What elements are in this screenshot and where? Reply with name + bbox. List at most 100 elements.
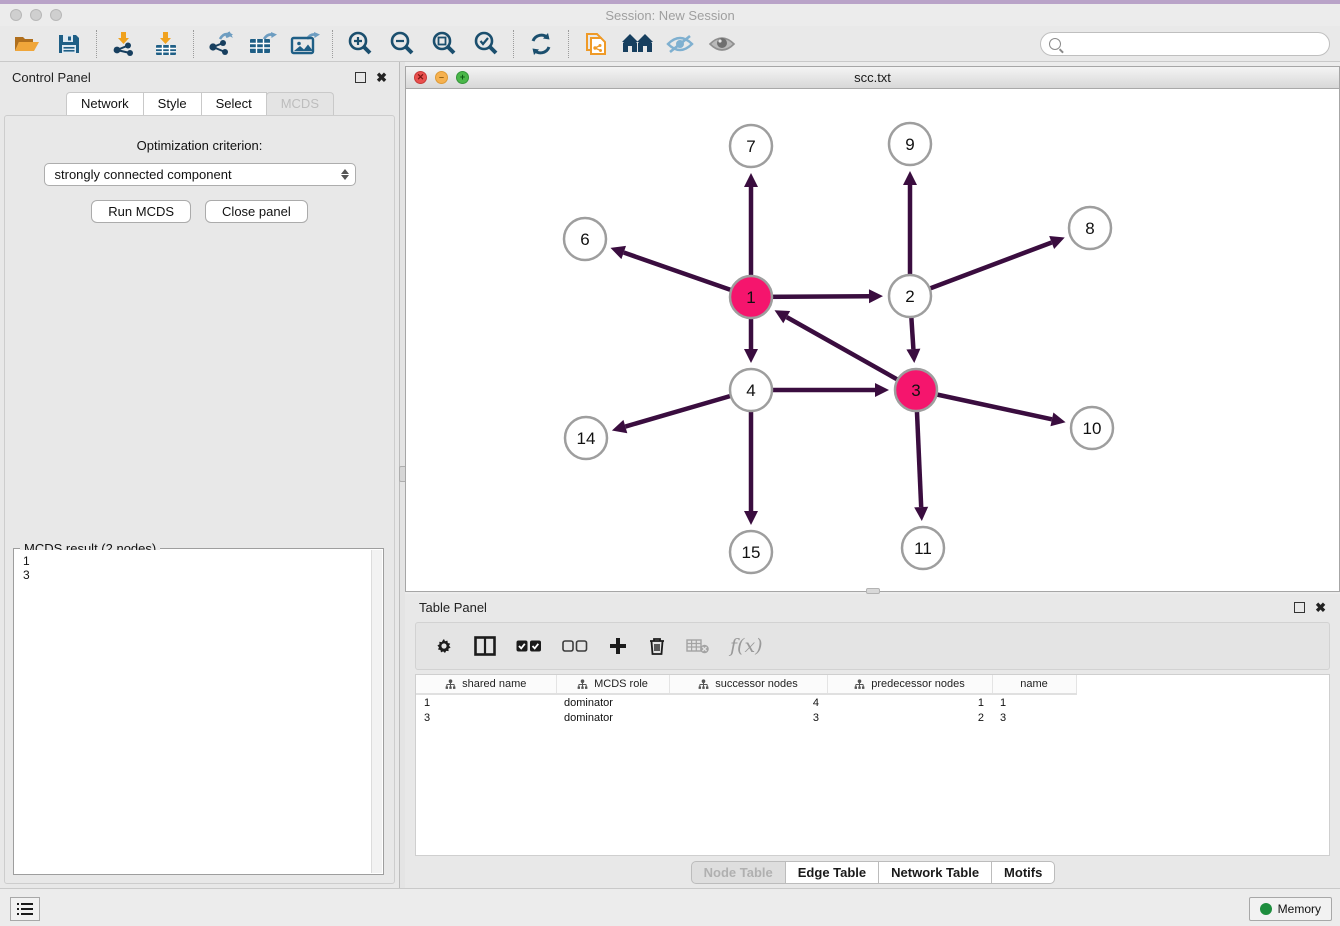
main-toolbar [0,26,1340,62]
column-header-shared-name[interactable]: shared name [416,675,556,694]
column-header-predecessor-nodes[interactable]: predecessor nodes [827,675,992,694]
close-panel-icon[interactable]: ✖ [376,71,387,84]
titlebar[interactable]: Session: New Session [0,4,1340,26]
copy-network-icon[interactable] [579,29,613,59]
table-panel-title: Table Panel [419,600,487,615]
network-view-window: ✕ – + scc.txt 7968124314101511 [405,66,1340,592]
table-row[interactable]: 1dominator411 [416,694,1076,710]
table-cell[interactable]: 4 [669,694,827,710]
window-title: Session: New Session [0,8,1340,23]
table-row[interactable]: 3dominator323 [416,710,1076,726]
column-header-name[interactable]: name [992,675,1076,694]
network-titlebar[interactable]: ✕ – + scc.txt [406,67,1339,89]
table-cell[interactable]: 3 [669,710,827,726]
table-cell[interactable]: dominator [556,694,669,710]
export-network-icon[interactable] [204,29,238,59]
import-table-icon[interactable] [149,29,183,59]
graph-node-label: 2 [905,287,914,306]
export-image-icon[interactable] [288,29,322,59]
column-header-mcds-role[interactable]: MCDS role [556,675,669,694]
network-canvas[interactable]: 7968124314101511 [406,89,1339,591]
tab-motifs[interactable]: Motifs [991,861,1055,884]
table-toolbar: f(x) [415,622,1330,670]
function-builder-icon[interactable]: f(x) [730,635,763,657]
tab-mcds[interactable]: MCDS [266,92,334,115]
mcds-result-text[interactable]: 1 3 [15,550,371,873]
list-icon [17,902,33,916]
column-header-successor-nodes[interactable]: successor nodes [669,675,827,694]
first-neighbors-icon[interactable] [621,29,655,59]
graph-node-label: 1 [746,288,755,307]
show-all-icon[interactable] [705,29,739,59]
table-cell[interactable]: 2 [827,710,992,726]
memory-button[interactable]: Memory [1249,897,1332,921]
application-window: Session: New Session [0,0,1340,926]
memory-label: Memory [1278,902,1321,916]
graph-edge[interactable] [787,317,916,390]
graph-node-label: 15 [742,543,761,562]
node-table[interactable]: shared name MCDS role successor nodes pr… [415,674,1330,856]
close-table-panel-icon[interactable]: ✖ [1315,601,1326,614]
graph-node-label: 7 [746,137,755,156]
zoom-out-icon[interactable] [385,29,419,59]
result-scrollbar[interactable] [371,550,382,873]
table-cell[interactable]: 1 [992,694,1076,710]
run-mcds-button[interactable]: Run MCDS [91,200,191,223]
edge-arrowhead [744,173,758,187]
criterion-select[interactable]: strongly connected component [44,163,356,186]
edge-arrowhead [903,171,917,185]
table-tabs-strip: Node Table Edge Table Network Table Moti… [405,856,1340,888]
add-row-icon[interactable] [608,636,628,656]
node-attribute-icon [577,679,588,690]
tab-select[interactable]: Select [201,92,267,115]
control-panel-tabs: Network Style Select MCDS [0,92,399,115]
mcds-result-group: MCDS result (2 nodes) 1 3 [13,548,384,875]
save-session-icon[interactable] [52,29,86,59]
tab-network-table[interactable]: Network Table [878,861,992,884]
gear-icon[interactable] [434,636,454,656]
table-header-row: shared name MCDS role successor nodes pr… [416,675,1076,694]
tab-edge-table[interactable]: Edge Table [785,861,879,884]
table-cell[interactable]: 1 [416,694,556,710]
node-attribute-icon [445,679,456,690]
zoom-selected-icon[interactable] [469,29,503,59]
table-panel: Table Panel ✖ [405,594,1340,888]
zoom-fit-icon[interactable] [427,29,461,59]
table-cell[interactable]: 3 [416,710,556,726]
hide-selected-icon[interactable] [663,29,697,59]
columns-icon[interactable] [474,636,496,656]
import-network-icon[interactable] [107,29,141,59]
edge-arrowhead [1050,413,1065,427]
network-title: scc.txt [406,70,1339,85]
select-all-checkboxes-icon[interactable] [516,639,542,653]
graph-edge[interactable] [910,242,1052,296]
graph-node-label: 10 [1083,419,1102,438]
tab-style[interactable]: Style [143,92,202,115]
search-icon [1049,38,1061,50]
search-field[interactable] [1040,32,1330,56]
float-table-panel-icon[interactable] [1294,602,1305,613]
zoom-in-icon[interactable] [343,29,377,59]
tab-network[interactable]: Network [66,92,144,115]
close-panel-button[interactable]: Close panel [205,200,308,223]
export-table-icon[interactable] [246,29,280,59]
graph-node-label: 14 [577,429,596,448]
search-input[interactable] [1066,37,1316,51]
delete-table-icon[interactable] [686,638,710,654]
float-panel-icon[interactable] [355,72,366,83]
status-bar: Memory [0,888,1340,926]
tab-node-table[interactable]: Node Table [691,861,786,884]
table-cell[interactable]: dominator [556,710,669,726]
table-cell[interactable]: 3 [992,710,1076,726]
graph-node-label: 11 [914,539,932,558]
task-history-button[interactable] [10,897,40,921]
control-panel: Control Panel ✖ Network Style Select MCD… [0,62,400,888]
graph-node-label: 9 [905,135,914,154]
deselect-all-checkboxes-icon[interactable] [562,639,588,653]
open-file-icon[interactable] [10,29,44,59]
refresh-icon[interactable] [524,29,558,59]
graph-node-label: 6 [580,230,589,249]
delete-row-icon[interactable] [648,636,666,656]
table-cell[interactable]: 1 [827,694,992,710]
edge-arrowhead [875,383,889,397]
